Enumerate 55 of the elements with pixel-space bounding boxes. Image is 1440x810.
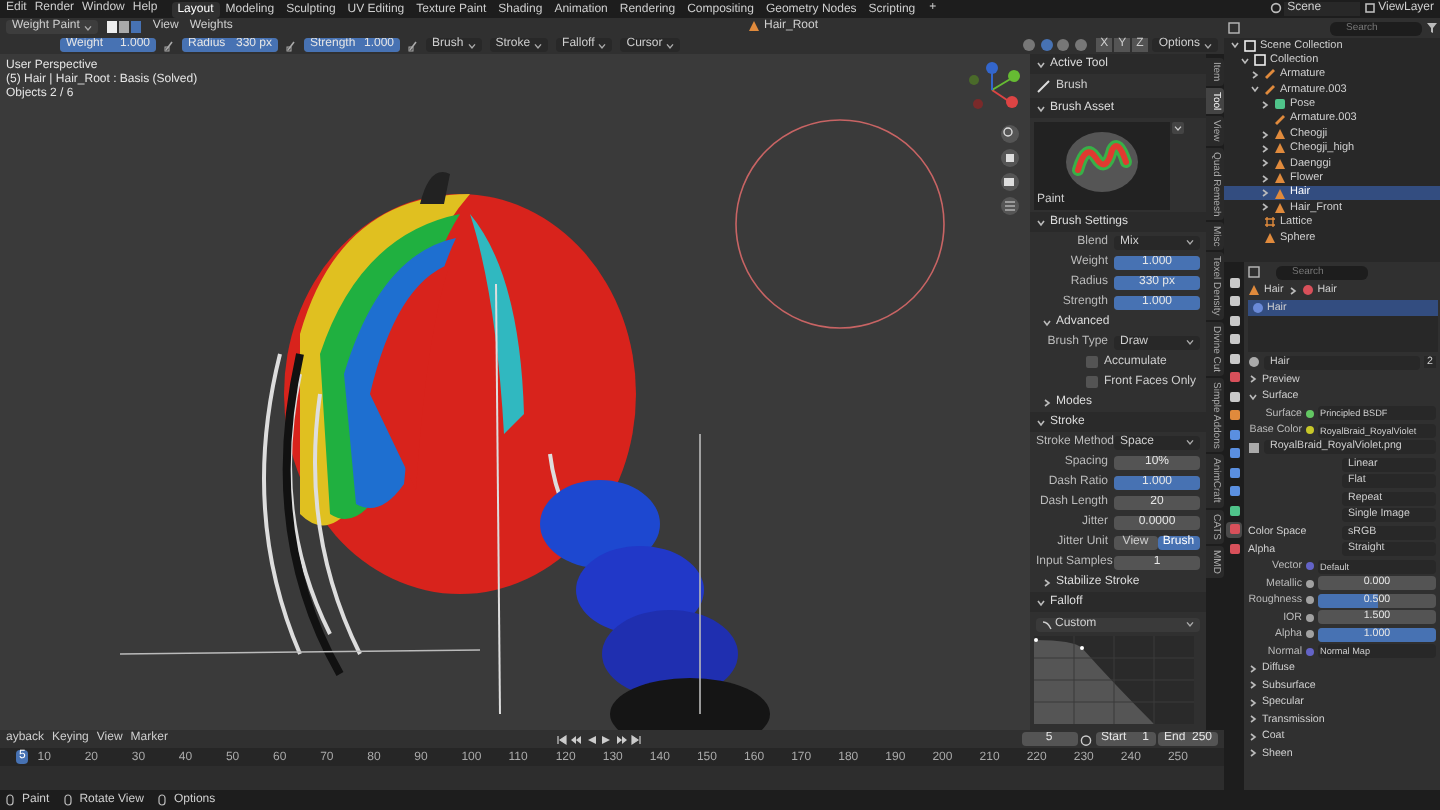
pressure-icon	[408, 39, 418, 51]
material-icon[interactable]	[1248, 356, 1260, 369]
bone-icon	[1274, 113, 1286, 126]
socket-dot[interactable]	[1306, 426, 1314, 435]
mouse-icon	[157, 794, 166, 806]
caret-icon	[1186, 438, 1194, 446]
filter-icon[interactable]	[1425, 22, 1437, 34]
socket-dot[interactable]	[1306, 647, 1314, 656]
mouse-icon	[6, 794, 14, 806]
caret-icon	[666, 41, 675, 49]
pressure-icon	[164, 39, 174, 51]
socket-dot[interactable]	[1306, 562, 1314, 571]
axis-gizmo-drawing[interactable]	[969, 62, 1020, 109]
socket-dot[interactable]	[1306, 409, 1314, 418]
caret-icon	[1186, 620, 1194, 628]
caret-icon	[534, 41, 543, 49]
caret-icon	[1186, 338, 1194, 346]
caret-icon	[1204, 41, 1212, 49]
lattice-icon	[1264, 216, 1276, 229]
sphere-icon[interactable]	[1022, 38, 1037, 52]
triangle-icon	[1264, 231, 1276, 244]
material-icon	[1251, 301, 1263, 314]
jump-start-icon[interactable]	[555, 733, 568, 745]
grid-icon[interactable]	[1001, 197, 1019, 215]
scene-icon	[1269, 2, 1282, 15]
pressure-icon	[286, 39, 296, 51]
sphere-icon[interactable]	[1056, 38, 1071, 52]
socket-dot[interactable]	[1306, 596, 1314, 605]
sphere-icon[interactable]	[1039, 38, 1054, 52]
select-mode-icons[interactable]	[105, 20, 142, 34]
socket-dot[interactable]	[1306, 613, 1314, 622]
jump-end-icon[interactable]	[630, 733, 643, 745]
material-icon	[1301, 284, 1314, 297]
mouse-icon	[63, 794, 72, 806]
zoom-icon[interactable]	[1001, 125, 1019, 143]
dropdown-icon[interactable]	[1172, 121, 1184, 133]
sphere-icon[interactable]	[1073, 38, 1088, 52]
caret-icon	[467, 41, 476, 49]
pose-icon	[1274, 98, 1286, 111]
brush-icon	[1036, 79, 1050, 93]
caret-icon	[1186, 238, 1194, 246]
socket-dot[interactable]	[1306, 630, 1314, 639]
socket-dot[interactable]	[1306, 579, 1314, 588]
curve-icon	[1042, 619, 1052, 629]
checkbox[interactable]	[1086, 376, 1098, 388]
caret-icon	[598, 41, 607, 49]
display-mode-icon[interactable]	[1227, 22, 1241, 34]
stopwatch-icon[interactable]	[1080, 733, 1092, 745]
caret-icon	[83, 23, 92, 31]
view-layer-icon	[1363, 2, 1376, 15]
editor-type-icon[interactable]	[1247, 266, 1261, 278]
chevron-right-icon	[1287, 285, 1298, 296]
checkbox[interactable]	[1086, 356, 1098, 368]
image-icon[interactable]	[1248, 441, 1260, 454]
mesh-icon	[1248, 284, 1260, 297]
